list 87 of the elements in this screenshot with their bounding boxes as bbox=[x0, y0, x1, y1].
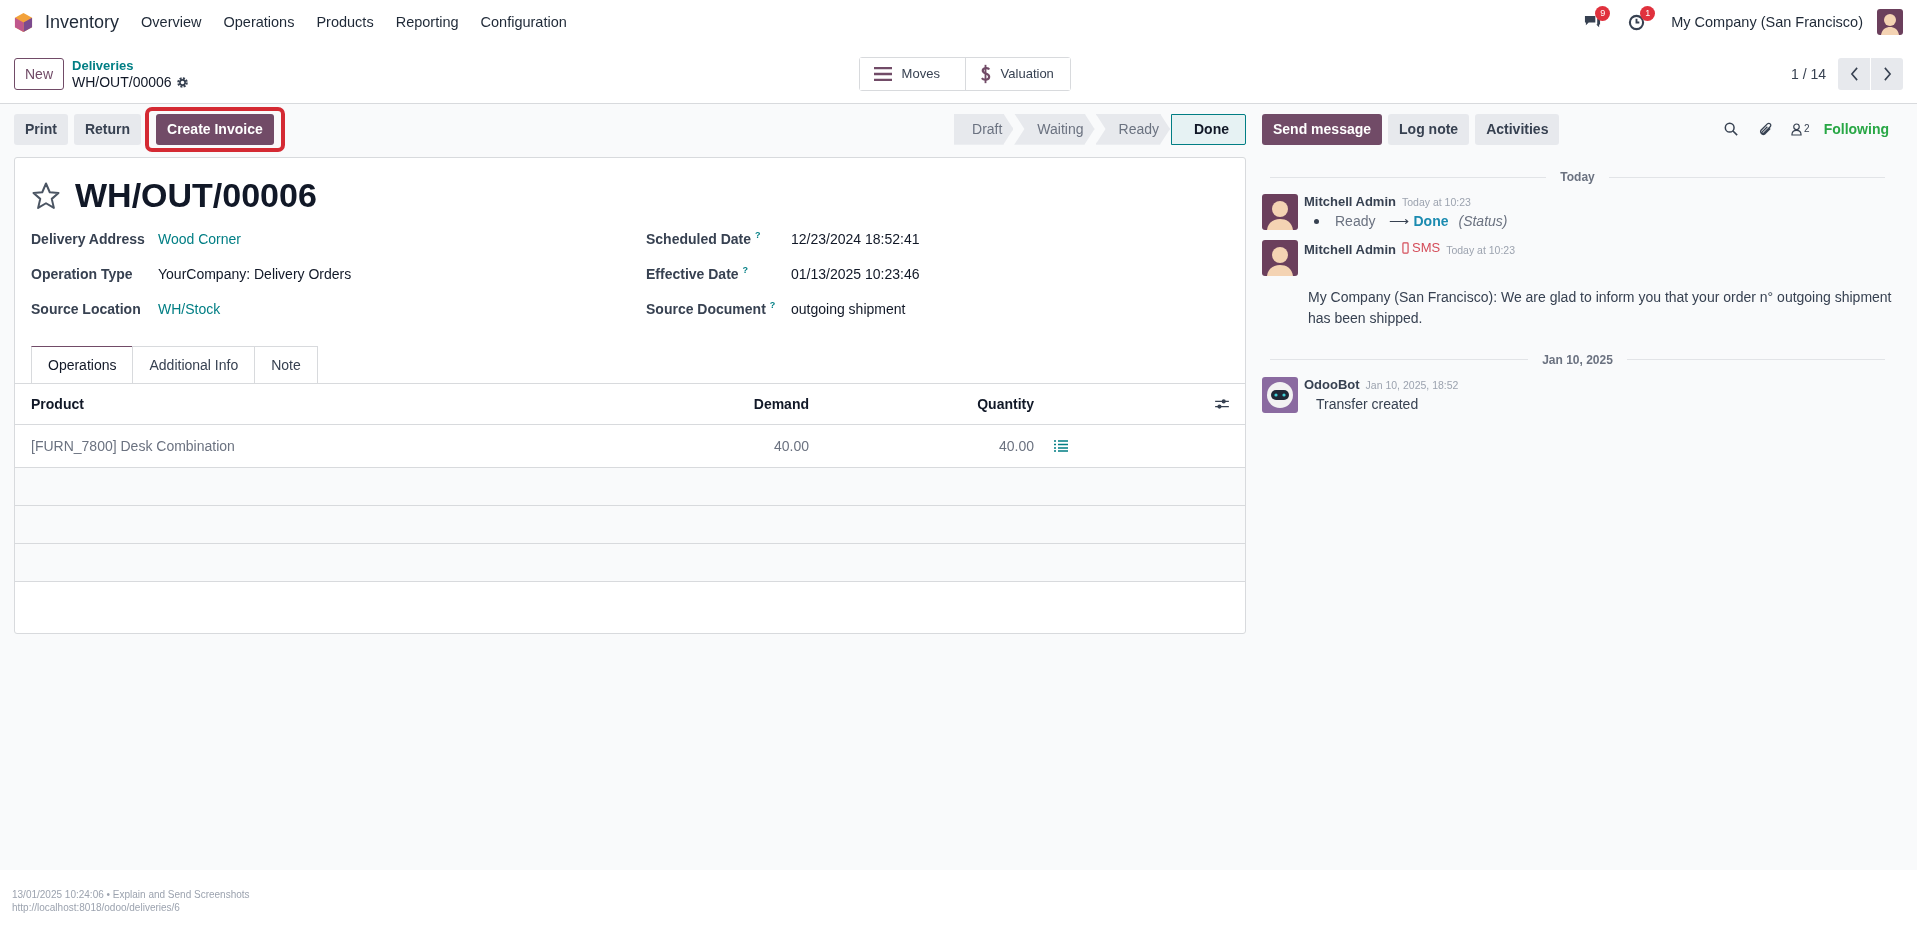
record-name: WH/OUT/00006 bbox=[72, 73, 172, 91]
field-value: YourCompany: Delivery Orders bbox=[158, 265, 352, 282]
date-separator: Today bbox=[1560, 170, 1595, 184]
menu-item[interactable]: Overview bbox=[141, 14, 202, 30]
status-stage[interactable]: Done bbox=[1171, 113, 1246, 145]
table-cell-text: 40.00 bbox=[772, 438, 809, 454]
bullet-icon bbox=[1314, 218, 1319, 224]
next-button[interactable] bbox=[1871, 57, 1903, 90]
clock-icon[interactable] bbox=[1628, 13, 1646, 31]
smart-button[interactable]: Valuation bbox=[964, 57, 1070, 90]
action-button[interactable]: Print bbox=[14, 113, 68, 145]
message-time: Today at 10:23 bbox=[1401, 196, 1471, 208]
app-name[interactable]: Inventory bbox=[45, 11, 120, 33]
previous-button[interactable] bbox=[1838, 57, 1870, 90]
old-value: Ready bbox=[1335, 213, 1376, 229]
capture-caption: 13/01/2025 10:24:06 • Explain and Send Screenshots bbox=[12, 888, 251, 901]
field-value: outgoing shipment bbox=[791, 300, 906, 317]
message-author[interactable]: OdooBot bbox=[1304, 376, 1360, 392]
action-button[interactable]: Create Invoice bbox=[156, 113, 274, 145]
status-stage[interactable]: Draft bbox=[954, 113, 1014, 145]
new-value: Done bbox=[1413, 213, 1449, 229]
field-label: Source Location bbox=[31, 300, 142, 317]
date-separator: Jan 10, 2025 bbox=[1542, 352, 1613, 367]
field-label: Delivery Address bbox=[31, 230, 146, 247]
message-time: Today at 10:23 bbox=[1446, 243, 1516, 256]
notebook-tab[interactable]: Operations bbox=[31, 346, 134, 383]
chevron-left-icon bbox=[1849, 66, 1859, 81]
status-stage[interactable]: Ready bbox=[1095, 113, 1170, 145]
field-link[interactable]: WH/Stock bbox=[158, 300, 221, 317]
messages-badge: 9 bbox=[1595, 5, 1611, 21]
message-time: Jan 10, 2025, 18:52 bbox=[1365, 378, 1459, 391]
followers-count: 2 bbox=[1804, 122, 1810, 134]
column-header[interactable]: Demand bbox=[689, 396, 809, 412]
message-author[interactable]: Mitchell Admin bbox=[1304, 194, 1396, 209]
dollar-icon bbox=[979, 62, 991, 85]
field-label: Scheduled Date bbox=[646, 230, 752, 247]
list-icon[interactable] bbox=[1054, 440, 1068, 452]
robot-avatar-icon bbox=[1262, 376, 1298, 413]
user-avatar-icon bbox=[1262, 194, 1298, 230]
column-header[interactable]: Quantity bbox=[809, 396, 1034, 412]
chevron-right-icon bbox=[1882, 66, 1892, 81]
message-author[interactable]: Mitchell Admin bbox=[1304, 241, 1396, 257]
record-title: WH/OUT/00006 bbox=[75, 176, 317, 215]
sms-tag: SMS bbox=[1401, 240, 1441, 255]
help-tooltip-mark[interactable]: ? bbox=[742, 265, 749, 276]
pager-value: 1 / 14 bbox=[1790, 65, 1826, 82]
phone-icon bbox=[1401, 241, 1409, 254]
message-text: Transfer created bbox=[1316, 395, 1420, 412]
search-icon[interactable] bbox=[1724, 122, 1739, 136]
person-icon[interactable] bbox=[1791, 122, 1803, 136]
field-value: 01/13/2025 10:23:46 bbox=[791, 265, 920, 282]
table-cell-text: [FURN_7800] Desk Combination bbox=[31, 438, 236, 454]
menu-item[interactable]: Operations bbox=[223, 14, 295, 30]
message-text: My Company (San Francisco): We are glad to inform you that your order n° outgoing shipment has been shipped. bbox=[1308, 287, 1893, 328]
user-avatar-icon[interactable] bbox=[1877, 9, 1903, 35]
menu-icon bbox=[873, 66, 892, 81]
paperclip-icon[interactable] bbox=[1758, 121, 1774, 137]
chatter-button[interactable]: Log note bbox=[1388, 113, 1470, 145]
menu-item[interactable]: Reporting bbox=[395, 14, 459, 30]
help-tooltip-mark[interactable]: ? bbox=[769, 300, 776, 311]
notebook-tab[interactable]: Note bbox=[254, 346, 318, 383]
field-label: Effective Date bbox=[646, 265, 739, 282]
sliders-icon[interactable] bbox=[1215, 398, 1229, 410]
action-button[interactable]: Return bbox=[73, 113, 141, 145]
field-value: 12/23/2024 18:52:41 bbox=[791, 230, 920, 247]
column-header[interactable]: Product bbox=[31, 396, 689, 412]
page-url: http://localhost:8018/odoo/deliveries/6 bbox=[12, 901, 181, 914]
help-tooltip-mark[interactable]: ? bbox=[755, 230, 761, 241]
chatter-button[interactable]: Send message bbox=[1262, 113, 1383, 145]
field-label: Source Document bbox=[646, 300, 766, 317]
field-link[interactable]: Wood Corner bbox=[158, 230, 241, 247]
star-icon[interactable] bbox=[31, 180, 61, 211]
user-avatar-icon bbox=[1262, 240, 1298, 276]
field-name: (Status) bbox=[1458, 213, 1508, 229]
activities-badge: 1 bbox=[1640, 5, 1656, 21]
chatter-button[interactable]: Activities bbox=[1475, 113, 1560, 145]
table-cell-text: 40.00 bbox=[997, 438, 1034, 454]
gear-icon[interactable] bbox=[175, 75, 189, 89]
breadcrumb-link[interactable]: Deliveries bbox=[72, 56, 189, 74]
arrow-glyph: ⟶ bbox=[1389, 213, 1410, 229]
new-button[interactable]: New bbox=[14, 57, 64, 90]
menu-item[interactable]: Configuration bbox=[480, 14, 567, 30]
status-stage[interactable]: Waiting bbox=[1014, 113, 1095, 145]
hexagon-logo-icon[interactable] bbox=[14, 11, 33, 33]
menu-item[interactable]: Products bbox=[316, 14, 374, 30]
field-label: Operation Type bbox=[31, 265, 134, 282]
company-name[interactable]: My Company (San Francisco) bbox=[1671, 14, 1863, 30]
